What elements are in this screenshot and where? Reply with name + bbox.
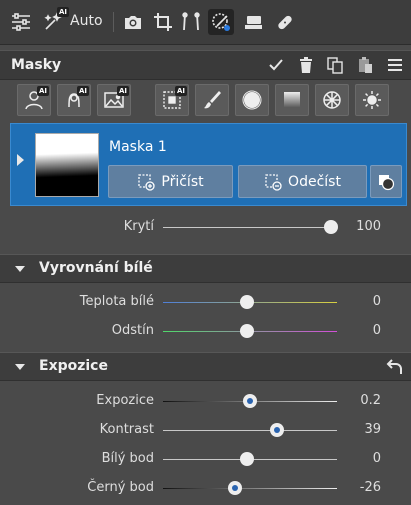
toolbar-divider — [113, 12, 114, 32]
color-range-icon[interactable] — [315, 84, 349, 116]
white-temperature-value[interactable]: 0 — [373, 294, 381, 309]
white-point-label: Bílý bod — [101, 451, 154, 466]
contrast-slider-thumb[interactable] — [270, 423, 285, 437]
exposure-label: Expozice — [96, 393, 154, 408]
invert-mask-button[interactable] — [370, 165, 402, 198]
portrait-ai-icon[interactable]: AI — [57, 84, 91, 116]
mask-brush-icon[interactable] — [208, 9, 234, 35]
sliders-icon[interactable] — [8, 9, 34, 35]
subtract-from-mask-button[interactable]: Odečíst — [238, 165, 367, 198]
tint-slider-thumb[interactable] — [239, 324, 254, 338]
mask-tools-row: AI AI AI AI — [0, 84, 411, 118]
black-point-label: Černý bod — [87, 480, 154, 495]
ai-badge: AI — [76, 86, 89, 96]
collapse-arrow-icon[interactable] — [15, 364, 25, 370]
contrast-row: Kontrast 39 — [0, 417, 411, 443]
mask-item-selected[interactable]: Maska 1 Přičíst Odečíst — [10, 123, 407, 206]
ai-badge: AI — [36, 86, 49, 96]
gradient-icon[interactable] — [275, 84, 309, 116]
black-point-row: Černý bod -26 — [0, 475, 411, 501]
subtract-mask-icon — [265, 173, 282, 191]
tint-value[interactable]: 0 — [373, 323, 381, 338]
menu-icon[interactable] — [384, 54, 406, 76]
white-temperature-slider-thumb[interactable] — [239, 295, 254, 309]
checkbox-icon[interactable] — [265, 54, 287, 76]
brush-icon[interactable] — [195, 84, 229, 116]
mask-thumbnail — [35, 133, 99, 197]
masks-title: Masky — [11, 57, 62, 73]
opacity-row: Krytí 100 — [0, 214, 411, 240]
opacity-slider-thumb[interactable] — [323, 220, 338, 234]
white-temperature-label: Teplota bílé — [79, 294, 154, 309]
mask-name: Maska 1 — [109, 139, 167, 155]
opacity-label: Krytí — [123, 219, 154, 234]
stamp-icon[interactable] — [240, 9, 266, 35]
tint-label: Odstín — [111, 323, 154, 338]
exposure-slider-thumb[interactable] — [243, 394, 258, 408]
add-to-mask-button[interactable]: Přičíst — [108, 165, 233, 198]
white-temperature-row: Teplota bílé 0 — [0, 289, 411, 315]
white-balance-header[interactable]: Vyrovnání bílé — [0, 254, 411, 283]
radial-icon[interactable] — [235, 84, 269, 116]
landscape-ai-icon[interactable]: AI — [97, 84, 131, 116]
auto-button[interactable]: Auto — [70, 13, 103, 29]
white-point-slider-thumb[interactable] — [239, 452, 254, 466]
collapse-arrow-icon[interactable] — [15, 266, 25, 272]
magic-wand-icon[interactable]: AI — [40, 7, 69, 35]
person-ai-icon[interactable]: AI — [17, 84, 51, 116]
exposure-value[interactable]: 0.2 — [360, 393, 381, 408]
exposure-title: Expozice — [39, 358, 108, 374]
paste-icon[interactable] — [354, 54, 376, 76]
opacity-value[interactable]: 100 — [356, 219, 381, 234]
trash-icon[interactable] — [295, 54, 317, 76]
ai-badge: AI — [174, 86, 187, 96]
reset-undo-icon[interactable] — [385, 356, 405, 376]
opacity-slider-track[interactable] — [163, 227, 337, 228]
luminance-icon[interactable] — [355, 84, 389, 116]
exposure-row: Expozice 0.2 — [0, 388, 411, 414]
perspective-icon[interactable] — [178, 9, 204, 35]
bandage-icon[interactable] — [272, 9, 298, 35]
add-mask-icon — [138, 173, 156, 191]
camera-icon[interactable] — [120, 9, 146, 35]
contrast-label: Kontrast — [99, 422, 154, 437]
white-point-value[interactable]: 0 — [373, 451, 381, 466]
select-icon[interactable]: AI — [155, 84, 189, 116]
add-to-mask-label: Přičíst — [161, 173, 204, 190]
contrast-value[interactable]: 39 — [364, 422, 381, 437]
tint-row: Odstín 0 — [0, 318, 411, 344]
exposure-header[interactable]: Expozice — [0, 352, 411, 381]
black-point-slider-track[interactable] — [163, 488, 337, 489]
black-point-slider-thumb[interactable] — [228, 481, 243, 495]
expand-arrow-icon[interactable] — [17, 154, 24, 166]
ai-badge: AI — [56, 7, 69, 17]
black-point-value[interactable]: -26 — [360, 480, 381, 495]
ai-badge: AI — [116, 86, 129, 96]
invert-mask-icon — [379, 174, 395, 190]
top-toolbar: AI Auto — [0, 0, 411, 45]
white-point-row: Bílý bod 0 — [0, 446, 411, 472]
contrast-slider-track[interactable] — [163, 430, 337, 431]
subtract-from-mask-label: Odečíst — [288, 173, 341, 190]
duplicate-icon[interactable] — [324, 54, 346, 76]
white-balance-title: Vyrovnání bílé — [39, 260, 153, 276]
crop-icon[interactable] — [150, 9, 176, 35]
masks-header: Masky — [0, 50, 411, 80]
